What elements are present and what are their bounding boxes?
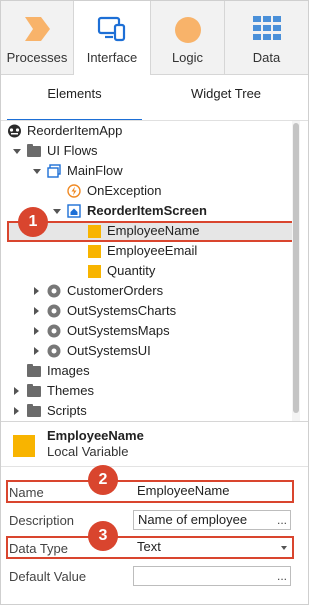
tree-item-label: Quantity [107, 263, 156, 278]
properties-separator [1, 466, 308, 467]
flow-icon [47, 164, 61, 178]
tab-elements[interactable]: Elements [7, 75, 142, 121]
tree-item-label: MainFlow [67, 163, 123, 178]
tree-item-label: Images [47, 363, 90, 378]
expand-toggle[interactable] [12, 381, 22, 401]
module-icon [47, 304, 61, 318]
tree-item-themes[interactable]: Themes [7, 381, 287, 401]
tree-item-employeeemail[interactable]: EmployeeEmail [7, 241, 287, 261]
folder-icon [27, 384, 41, 397]
properties-header: EmployeeName Local Variable [1, 422, 308, 466]
description-label: Description [9, 513, 75, 528]
elements-tree: ReorderItemApp UI Flows MainFlow OnExcep… [1, 121, 295, 421]
highlight-box-name [6, 480, 294, 503]
tab-processes[interactable]: Processes [1, 1, 74, 74]
expand-toggle[interactable] [12, 141, 22, 161]
variable-icon [88, 265, 101, 278]
ellipsis-button[interactable]: ... [277, 511, 287, 529]
tree-item-label: CustomerOrders [67, 283, 164, 298]
folder-icon [27, 364, 41, 377]
tree-item-screen[interactable]: ReorderItemScreen [7, 201, 287, 221]
description-field-value: Name of employee [138, 512, 248, 527]
chevron-right-icon [34, 327, 39, 335]
step-badge-3: 3 [88, 521, 118, 551]
scrollbar-thumb[interactable] [293, 123, 299, 413]
step-badge-1: 1 [18, 207, 48, 237]
tree-item-images[interactable]: Images [7, 361, 287, 381]
expand-toggle[interactable] [52, 201, 62, 221]
expand-toggle[interactable] [32, 161, 42, 181]
chevron-down-icon [53, 209, 61, 214]
properties-panel: Processes Interface Logic Data Elements … [0, 0, 309, 605]
tab-interface[interactable]: Interface [74, 1, 151, 75]
tree-item-app[interactable]: ReorderItemApp [7, 121, 287, 141]
expand-toggle[interactable] [32, 321, 42, 341]
expand-toggle[interactable] [12, 401, 22, 421]
chevron-right-icon [14, 407, 19, 415]
sub-tab-bar: Elements Widget Tree [1, 75, 308, 121]
variable-icon [13, 435, 35, 457]
data-icon [252, 15, 282, 44]
tab-data[interactable]: Data [225, 1, 308, 74]
lightning-icon [67, 184, 81, 198]
screen-icon [67, 204, 81, 218]
tree-item-mainflow[interactable]: MainFlow [7, 161, 287, 181]
chevron-right-icon [34, 307, 39, 315]
tree-item-label: OutSystemsMaps [67, 323, 170, 338]
tree-item-label: Scripts [47, 403, 87, 418]
tree-item-onexception[interactable]: OnException [7, 181, 287, 201]
logic-icon [173, 15, 203, 48]
default-value-label: Default Value [9, 569, 87, 584]
chevron-down-icon [13, 149, 21, 154]
module-icon [47, 284, 61, 298]
tab-logic[interactable]: Logic [151, 1, 225, 74]
expand-toggle[interactable] [32, 301, 42, 321]
tree-item-label: OutSystemsUI [67, 343, 151, 358]
processes-icon [22, 15, 52, 46]
module-icon [47, 324, 61, 338]
property-title: EmployeeName [47, 428, 144, 443]
tree-item-outsystemsui[interactable]: OutSystemsUI [7, 341, 287, 361]
tree-item-label: OnException [87, 183, 162, 198]
property-kind: Local Variable [47, 444, 129, 459]
tree-item-ui-flows[interactable]: UI Flows [7, 141, 287, 161]
tab-data-label: Data [252, 50, 281, 65]
tree-item-customerorders[interactable]: CustomerOrders [7, 281, 287, 301]
top-tab-bar: Processes Interface Logic Data [1, 1, 308, 75]
highlight-box-employeename [7, 221, 295, 242]
tree-item-label: UI Flows [47, 143, 98, 158]
highlight-box-data-type [6, 536, 294, 559]
tree-item-outsystemscharts[interactable]: OutSystemsCharts [7, 301, 287, 321]
tab-processes-label: Processes [6, 50, 68, 65]
tab-logic-label: Logic [171, 50, 204, 65]
tree-item-label: Themes [47, 383, 94, 398]
app-icon [7, 124, 21, 138]
interface-icon [97, 15, 127, 46]
expand-toggle[interactable] [32, 281, 42, 301]
tree-item-label: EmployeeEmail [107, 243, 198, 258]
module-icon [47, 344, 61, 358]
description-field[interactable]: Name of employee ... [133, 510, 291, 530]
tree-item-outsystemsmaps[interactable]: OutSystemsMaps [7, 321, 287, 341]
default-value-field[interactable]: ... [133, 566, 291, 586]
chevron-right-icon [34, 287, 39, 295]
tree-item-quantity[interactable]: Quantity [7, 261, 287, 281]
step-badge-2: 2 [88, 465, 118, 495]
ellipsis-button[interactable]: ... [277, 567, 287, 585]
chevron-down-icon [33, 169, 41, 174]
chevron-right-icon [34, 347, 39, 355]
variable-icon [88, 245, 101, 258]
chevron-right-icon [14, 387, 19, 395]
expand-toggle[interactable] [32, 341, 42, 361]
tree-item-scripts[interactable]: Scripts [7, 401, 287, 421]
tab-interface-label: Interface [86, 50, 138, 65]
tree-item-label: ReorderItemApp [27, 123, 123, 138]
folder-icon [27, 404, 41, 417]
tab-widget-tree[interactable]: Widget Tree [161, 75, 291, 121]
tree-item-label: OutSystemsCharts [67, 303, 177, 318]
folder-icon [27, 144, 41, 157]
tree-item-label: ReorderItemScreen [87, 203, 207, 218]
